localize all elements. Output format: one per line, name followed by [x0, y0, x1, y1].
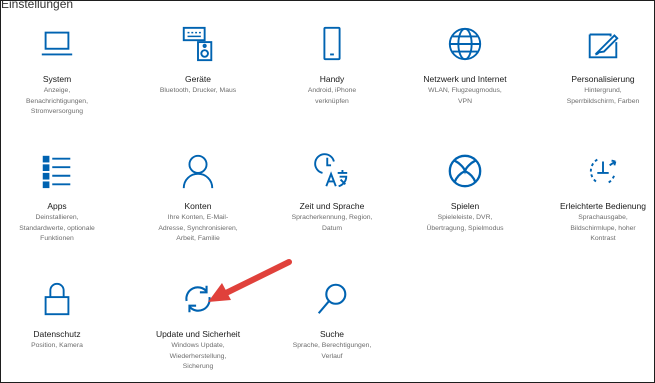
xbox-icon: [445, 151, 485, 191]
phone-icon: [312, 24, 352, 64]
tile-description: WLAN, Flugzeugmodus, VPN: [428, 87, 502, 105]
language-time-icon: [312, 151, 352, 191]
tile-description: Android, iPhone verknüpfen: [307, 87, 357, 105]
lock-icon: [37, 279, 77, 319]
tile-ease-of-access[interactable]: Erleichterte Bedienung Sprachausgabe, Bil…: [539, 151, 654, 245]
tile-apps[interactable]: Apps Deinstallieren, Standardwerte, optio…: [1, 151, 121, 245]
person-icon: [178, 151, 218, 191]
tile-network[interactable]: Netzwerk und Internet WLAN, Flugzeugmodu…: [401, 24, 529, 107]
apps-list-icon: [37, 151, 77, 191]
tile-description: Windows Update, Wiederherstellung, Sicheru…: [169, 342, 227, 370]
keyboard-speaker-icon: [178, 24, 218, 64]
update-sync-icon: [178, 279, 218, 319]
tile-privacy[interactable]: Datenschutz Position, Kamera: [1, 279, 121, 352]
tile-title: Geräte: [185, 74, 211, 84]
tile-update-security[interactable]: Update und Sicherheit Windows Update, Wie…: [134, 279, 262, 373]
tile-description: Sprache, Berechtigungen, Verlauf: [292, 342, 372, 360]
paint-tablet-icon: [583, 24, 623, 64]
tile-title: Konten: [184, 201, 212, 211]
tile-title: Datenschutz: [33, 329, 81, 339]
globe-icon: [445, 24, 485, 64]
settings-window: Einstellungen System Anzeige, Benachricht…: [0, 0, 655, 383]
tile-description: Position, Kamera: [31, 342, 83, 349]
tile-title: Netzwerk und Internet: [423, 74, 507, 84]
tile-description: Hintergrund, Sperrbildschirm, Farben: [566, 87, 640, 105]
tile-description: Anzeige, Benachrichtigungen, Stromversorgu…: [26, 87, 88, 115]
tile-accounts[interactable]: Konten Ihre Konten, E-Mail- Adresse, Sync…: [134, 151, 262, 245]
tile-title: Update und Sicherheit: [155, 329, 241, 339]
tile-gaming[interactable]: Spielen Spieleleiste, DVR, Übertragung, S…: [401, 151, 529, 234]
tile-description: Spieleleiste, DVR, Übertragung, Spielmodu…: [426, 214, 504, 232]
tile-title: Suche: [319, 329, 345, 339]
tile-title: Apps: [47, 201, 67, 211]
tile-title: Handy: [319, 74, 345, 84]
tile-system[interactable]: System Anzeige, Benachrichtigungen, Stromv…: [1, 24, 121, 118]
tile-devices[interactable]: Geräte Bluetooth, Drucker, Maus: [134, 24, 262, 97]
tile-phone[interactable]: Handy Android, iPhone verknüpfen: [268, 24, 396, 107]
tile-description: Ihre Konten, E-Mail- Adresse, Synchronisi…: [158, 214, 238, 242]
tile-title: System: [42, 74, 72, 84]
ease-of-access-icon: [583, 151, 623, 191]
tile-title: Spielen: [450, 201, 480, 211]
tile-personalization[interactable]: Personalisierung Hintergrund, Sperrbildsc…: [539, 24, 654, 107]
tile-description: Bluetooth, Drucker, Maus: [159, 87, 237, 94]
tile-title: Personalisierung: [571, 74, 635, 84]
tile-title: Zeit und Sprache: [299, 201, 365, 211]
window-title: Einstellungen: [1, 1, 251, 15]
tile-description: Sprachausgabe, Bildschirmlupe, hoher Kontr…: [570, 214, 636, 242]
tile-description: Deinstallieren, Standardwerte, optionale F…: [19, 214, 95, 242]
tile-time-language[interactable]: Zeit und Sprache Spracherkennung, Region…: [268, 151, 396, 234]
tile-title: Erleichterte Bedienung: [559, 201, 646, 211]
tile-description: Spracherkennung, Region, Datum: [291, 214, 373, 232]
laptop-icon: [37, 24, 77, 64]
tile-search[interactable]: Suche Sprache, Berechtigungen, Verlauf: [268, 279, 396, 362]
window-title-text: Einstellungen: [1, 0, 74, 11]
search-icon: [312, 279, 352, 319]
